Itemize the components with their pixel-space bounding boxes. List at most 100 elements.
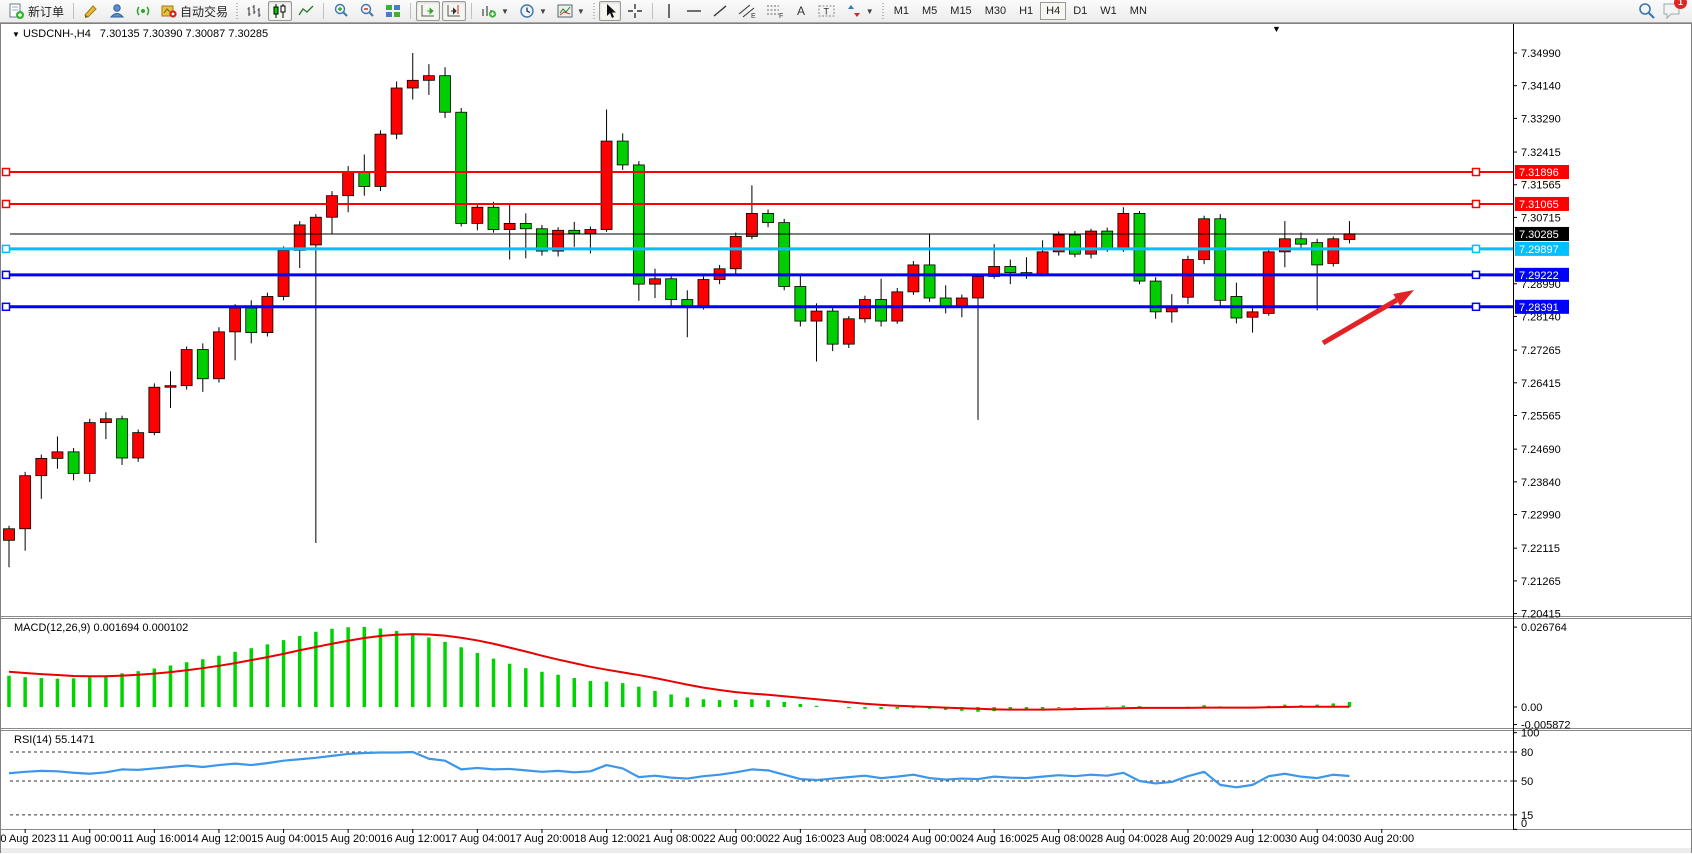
candlestick: [908, 265, 919, 292]
date-label: 28 Aug 20:00: [1156, 833, 1221, 845]
date-label: 24 Aug 00:00: [897, 833, 962, 845]
candlestick: [440, 76, 451, 113]
candlestick: [1166, 308, 1177, 312]
candlestick: [149, 387, 160, 432]
line-handle[interactable]: [3, 169, 10, 176]
candlestick: [876, 300, 887, 322]
candlestick: [36, 458, 47, 475]
candlestick: [1312, 243, 1323, 265]
candlestick: [1086, 231, 1097, 254]
candlestick: [310, 217, 321, 245]
price-tick-label: 7.27265: [1521, 345, 1561, 357]
candlestick: [811, 311, 822, 321]
candlestick: [423, 76, 434, 81]
candlestick: [1199, 219, 1210, 260]
date-label: 30 Aug 20:00: [1349, 833, 1414, 845]
candlestick: [472, 207, 483, 223]
rsi-tick-label: 50: [1521, 776, 1533, 788]
candlestick: [391, 88, 402, 134]
price-badge-label: 7.28391: [1519, 302, 1559, 314]
candlestick: [650, 279, 661, 284]
price-tick-label: 7.22115: [1521, 543, 1560, 555]
line-handle[interactable]: [1473, 200, 1480, 207]
date-label: 11 Aug 16:00: [122, 833, 186, 845]
candlestick: [924, 265, 935, 298]
candlestick: [1296, 239, 1307, 244]
candlestick: [1005, 266, 1016, 272]
line-handle[interactable]: [3, 200, 10, 207]
candlestick: [859, 300, 870, 319]
candlestick: [488, 207, 499, 229]
line-handle[interactable]: [1473, 169, 1480, 176]
macd-tick-label: 0.00: [1521, 702, 1542, 714]
candlestick: [213, 332, 224, 379]
candlestick: [1182, 260, 1193, 298]
candlestick: [1247, 312, 1258, 317]
candlestick: [617, 141, 628, 165]
price-tick-label: 7.20415: [1521, 609, 1561, 621]
date-label: 10 Aug 2023: [0, 833, 56, 845]
rsi-label: RSI(14) 55.1471: [14, 734, 95, 746]
candlestick: [1215, 219, 1226, 301]
candlestick: [763, 213, 774, 222]
line-handle[interactable]: [1473, 245, 1480, 252]
date-label: 30 Aug 04:00: [1285, 833, 1350, 845]
date-label: 15 Aug 04:00: [251, 833, 316, 845]
candlestick: [197, 350, 208, 379]
candlestick: [84, 423, 95, 474]
chart-collapse-icon[interactable]: ▼: [1272, 24, 1281, 34]
price-tick-label: 7.31565: [1521, 180, 1561, 192]
chart-background: [0, 23, 1692, 854]
mt4-window: 新订单 自动交易: [0, 0, 1692, 854]
date-label: 28 Aug 04:00: [1091, 833, 1156, 845]
candlestick: [682, 300, 693, 306]
price-tick-label: 7.34140: [1521, 81, 1561, 93]
candlestick: [100, 419, 111, 423]
candlestick: [52, 452, 63, 459]
candlestick: [698, 280, 709, 306]
symbol-dropdown-icon[interactable]: ▼: [12, 30, 20, 39]
candlestick: [294, 225, 305, 250]
rsi-tick-label: 100: [1521, 728, 1539, 740]
candlestick: [68, 452, 79, 474]
line-handle[interactable]: [1473, 271, 1480, 278]
price-tick-label: 7.24690: [1521, 444, 1561, 456]
candlestick: [795, 286, 806, 321]
candlestick: [343, 172, 354, 196]
date-label: 14 Aug 12:00: [187, 833, 252, 845]
price-tick-label: 7.33290: [1521, 113, 1561, 125]
price-badge-label: 7.29897: [1519, 244, 1559, 256]
candlestick: [730, 236, 741, 268]
candlestick: [666, 279, 677, 300]
price-tick-label: 7.23840: [1521, 477, 1561, 489]
candlestick: [4, 529, 15, 541]
date-label: 23 Aug 08:00: [833, 833, 898, 845]
date-label: 17 Aug 20:00: [510, 833, 575, 845]
date-label: 22 Aug 00:00: [703, 833, 768, 845]
date-label: 15 Aug 20:00: [316, 833, 381, 845]
candlestick: [230, 308, 241, 332]
price-tick-label: 7.32415: [1521, 147, 1561, 159]
date-label: 16 Aug 12:00: [380, 833, 445, 845]
chart-canvas[interactable]: 7.349907.341407.332907.324157.315657.307…: [0, 0, 1692, 854]
date-label: 29 Aug 12:00: [1220, 833, 1285, 845]
line-handle[interactable]: [3, 303, 10, 310]
price-tick-label: 7.22990: [1521, 510, 1561, 522]
price-badge-label: 7.31896: [1519, 167, 1559, 179]
candlestick: [117, 419, 128, 458]
price-tick-label: 7.26415: [1521, 378, 1561, 390]
line-handle[interactable]: [3, 245, 10, 252]
candlestick: [133, 433, 144, 458]
price-badge-label: 7.30285: [1519, 229, 1559, 241]
chart-header: ▼ USDCNH-,H4 7.30135 7.30390 7.30087 7.3…: [12, 28, 268, 40]
candlestick: [746, 213, 757, 236]
candlestick: [327, 196, 338, 218]
price-badge-label: 7.29222: [1519, 270, 1559, 282]
candlestick: [843, 319, 854, 344]
rsi-tick-label: 80: [1521, 747, 1533, 759]
line-handle[interactable]: [3, 271, 10, 278]
macd-label: MACD(12,26,9) 0.001694 0.000102: [14, 622, 188, 634]
line-handle[interactable]: [1473, 303, 1480, 310]
ohlc-values: 7.30135 7.30390 7.30087 7.30285: [100, 28, 268, 40]
macd-tick-label: 0.026764: [1521, 622, 1567, 634]
